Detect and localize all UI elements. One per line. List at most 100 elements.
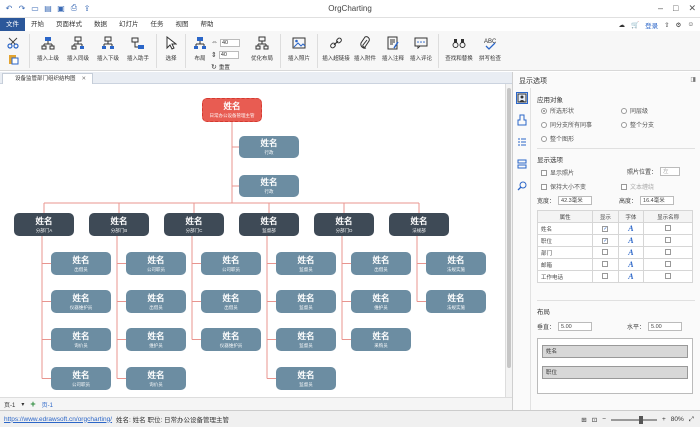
- keep-size-checkbox[interactable]: 保持大小不变: [541, 182, 586, 191]
- close-icon[interactable]: ✕: [688, 3, 696, 14]
- member-node[interactable]: 姓名 仪器维护员: [201, 328, 261, 351]
- root-node[interactable]: 姓名 日常办公设备管理主管: [202, 98, 262, 122]
- show-name-checkbox[interactable]: [665, 272, 672, 279]
- radio-same-level[interactable]: 同层级: [621, 106, 648, 115]
- font-icon[interactable]: A: [628, 224, 633, 233]
- paste-icon[interactable]: [5, 51, 21, 67]
- member-node[interactable]: 姓名 维护员: [351, 290, 411, 313]
- show-photo-checkbox[interactable]: 显示照片: [541, 168, 574, 177]
- style-icon[interactable]: [516, 114, 528, 126]
- account-icon[interactable]: ☺: [687, 21, 694, 28]
- insert-superior-button[interactable]: 插入上级: [33, 31, 63, 71]
- member-node[interactable]: 姓名 监督员: [276, 252, 336, 275]
- show-name-checkbox[interactable]: [665, 224, 672, 231]
- menu-task[interactable]: 任务: [145, 18, 170, 31]
- member-node[interactable]: 姓名 出借员: [351, 252, 411, 275]
- font-icon[interactable]: A: [628, 248, 633, 257]
- member-node[interactable]: 姓名 询价员: [51, 328, 111, 351]
- document-tab[interactable]: 设备监管部门组织结构图 ✕: [2, 73, 94, 84]
- pin-icon[interactable]: ◨: [690, 76, 696, 83]
- member-node[interactable]: 姓名 公司职员: [126, 252, 186, 275]
- member-node[interactable]: 姓名 采购员: [351, 328, 411, 351]
- zoom-slider[interactable]: [610, 415, 657, 424]
- fit-page-icon[interactable]: ⊞: [581, 416, 586, 424]
- insert-assistant-button[interactable]: 插入助手: [123, 31, 153, 71]
- font-icon[interactable]: A: [628, 272, 633, 281]
- find-replace-button[interactable]: 查找和替换: [442, 31, 476, 71]
- show-checkbox[interactable]: [602, 260, 609, 267]
- department-node[interactable]: 姓名 分部门B: [89, 213, 149, 236]
- menu-data[interactable]: 数据: [88, 18, 113, 31]
- preview-title-field[interactable]: 职位: [542, 366, 688, 379]
- spacing-spin-1[interactable]: ⇔ 40: [211, 38, 240, 47]
- page-tab[interactable]: 页-1: [42, 400, 53, 409]
- font-icon[interactable]: A: [628, 260, 633, 269]
- menu-slides[interactable]: 幻灯片: [113, 18, 145, 31]
- member-node[interactable]: 姓名 询价员: [126, 367, 186, 390]
- member-node[interactable]: 姓名 出借员: [51, 252, 111, 275]
- vertical-scroll-thumb[interactable]: [507, 88, 511, 368]
- data-fields-icon[interactable]: [516, 158, 528, 170]
- zoom-in-icon[interactable]: +: [662, 416, 666, 423]
- spacing-input-1[interactable]: 40: [220, 38, 240, 47]
- department-node[interactable]: 姓名 分部门C: [164, 213, 224, 236]
- minimize-icon[interactable]: –: [658, 3, 663, 14]
- member-node[interactable]: 姓名 出借员: [126, 290, 186, 313]
- reset-button[interactable]: ↻ 重置: [211, 62, 230, 71]
- website-link[interactable]: https://www.edrawsoft.cn/orgcharting/: [4, 416, 112, 423]
- member-node[interactable]: 姓名 法规实施: [426, 290, 486, 313]
- show-name-checkbox[interactable]: [665, 248, 672, 255]
- spacing-spin-2[interactable]: ⇕ 40: [211, 50, 239, 59]
- vertical-scrollbar[interactable]: [505, 84, 512, 397]
- show-name-checkbox[interactable]: [665, 260, 672, 267]
- cloud-icon[interactable]: ☁: [618, 21, 625, 29]
- assistant-node[interactable]: 姓名 行政: [239, 175, 299, 197]
- radio-whole-branch[interactable]: 整个分支: [621, 120, 654, 129]
- insert-photo-button[interactable]: 插入照片: [284, 31, 314, 71]
- search-icon[interactable]: [516, 180, 528, 192]
- photo-position-select[interactable]: 左: [660, 167, 681, 176]
- spell-check-button[interactable]: ABC 拼写检查: [476, 31, 504, 71]
- member-node[interactable]: 姓名 仪器维护员: [51, 290, 111, 313]
- height-input[interactable]: 16.4毫米: [640, 196, 675, 205]
- member-node[interactable]: 姓名 公司职员: [201, 252, 261, 275]
- spacing-input-2[interactable]: 40: [218, 50, 239, 59]
- member-node[interactable]: 姓名 监督员: [276, 328, 336, 351]
- department-node[interactable]: 姓名 法规部: [389, 213, 449, 236]
- department-node[interactable]: 姓名 分部门A: [14, 213, 74, 236]
- member-node[interactable]: 姓名 监督员: [276, 367, 336, 390]
- cart-icon[interactable]: 🛒: [631, 21, 639, 29]
- menu-view[interactable]: 视图: [170, 18, 195, 31]
- show-checkbox[interactable]: ✓: [602, 237, 609, 244]
- text-wrap-checkbox[interactable]: 文本缠绕: [621, 182, 654, 191]
- chart-canvas[interactable]: 姓名 日常办公设备管理主管 姓名 行政 姓名 行政 姓名 分部门A 姓名 出借员 姓名 仪器维护员 姓名…: [0, 84, 505, 397]
- insert-sibling-button[interactable]: 插入同级: [63, 31, 93, 71]
- radio-same-branch[interactable]: 同分支所有同事: [541, 120, 592, 129]
- radio-whole-chart[interactable]: 整个图形: [541, 134, 574, 143]
- insert-comment-button[interactable]: 插入评论: [407, 31, 435, 71]
- maximize-icon[interactable]: □: [673, 3, 678, 14]
- menu-home[interactable]: 开始: [25, 18, 50, 31]
- show-checkbox[interactable]: [602, 272, 609, 279]
- assistant-node[interactable]: 姓名 行政: [239, 136, 299, 158]
- vertical-spacing-input[interactable]: 5.00: [558, 322, 593, 331]
- menu-file[interactable]: 文件: [0, 18, 25, 31]
- close-tab-icon[interactable]: ✕: [82, 76, 87, 82]
- share-icon[interactable]: ⇧: [664, 21, 669, 29]
- fullscreen-icon[interactable]: ⤢: [689, 416, 694, 424]
- member-node[interactable]: 姓名 法规实施: [426, 252, 486, 275]
- insert-hyperlink-button[interactable]: 插入超链接: [321, 31, 351, 71]
- member-node[interactable]: 姓名 监督员: [276, 290, 336, 313]
- page-select[interactable]: 页-1: [4, 400, 15, 409]
- member-node[interactable]: 姓名 维护员: [126, 328, 186, 351]
- width-input[interactable]: 42.3毫米: [558, 196, 593, 205]
- display-options-icon[interactable]: [516, 92, 528, 104]
- radio-selected-shape[interactable]: 所选形状: [541, 106, 574, 115]
- login-link[interactable]: 登录: [645, 20, 658, 30]
- preview-name-field[interactable]: 姓名: [542, 345, 688, 358]
- fit-width-icon[interactable]: ⊡: [592, 416, 597, 424]
- layout-button[interactable]: 布局: [189, 31, 211, 71]
- zoom-slider-knob[interactable]: [638, 415, 643, 424]
- settings-icon[interactable]: ⚙: [676, 21, 682, 29]
- zoom-out-icon[interactable]: −: [602, 416, 606, 423]
